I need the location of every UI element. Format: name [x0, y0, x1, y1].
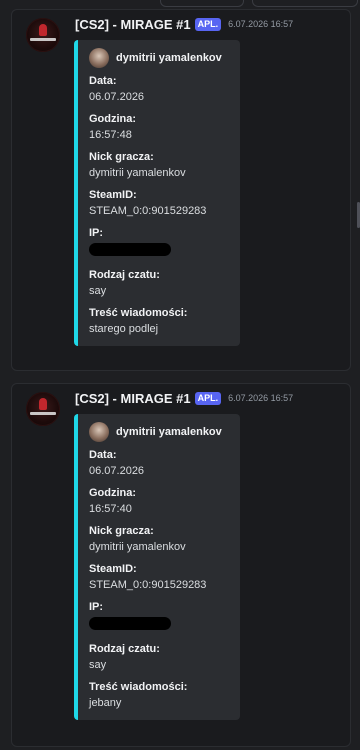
field-value: dymitrii yamalenkov	[89, 541, 186, 553]
field-name: IP:	[89, 601, 104, 613]
field-name: Rodzaj czatu:	[89, 269, 160, 281]
app-badge: APL.	[194, 17, 222, 31]
field-value: 16:57:40	[89, 503, 132, 515]
redaction-bar	[89, 243, 171, 256]
field-value: say	[89, 285, 107, 297]
field-name: Data:	[89, 449, 117, 461]
field-value: jebany	[89, 697, 122, 709]
embed-author-name: dymitrii yamalenkov	[116, 426, 222, 438]
field-name: Treść wiadomości:	[89, 307, 188, 319]
embed-field-date: Data: 06.07.2026	[89, 448, 232, 480]
field-value: 16:57:48	[89, 129, 132, 141]
logo-icon	[39, 398, 47, 410]
field-name: Rodzaj czatu:	[89, 643, 160, 655]
field-value-redacted	[89, 615, 232, 636]
embed-field-ip: IP:	[89, 226, 232, 262]
embed-author: dymitrii yamalenkov	[89, 48, 232, 68]
top-tab-right[interactable]	[252, 0, 358, 7]
field-value: dymitrii yamalenkov	[89, 167, 186, 179]
field-name: SteamID:	[89, 189, 137, 201]
embed-field-time: Godzina: 16:57:40	[89, 486, 232, 518]
embed-author-name: dymitrii yamalenkov	[116, 52, 222, 64]
top-tab-left[interactable]	[160, 0, 244, 7]
field-name: Treść wiadomości:	[89, 681, 188, 693]
message: [CS2] - MIRAGE #1 APL. 6.07.2026 16:57 d…	[11, 383, 351, 747]
field-name: SteamID:	[89, 563, 137, 575]
field-value: 06.07.2026	[89, 465, 145, 477]
embed-field-nick: Nick gracza: dymitrii yamalenkov	[89, 524, 232, 556]
logo-icon	[39, 24, 47, 36]
username[interactable]: [CS2] - MIRAGE #1	[75, 391, 191, 406]
author-avatar	[89, 48, 109, 68]
logo-wordmark	[30, 38, 56, 41]
field-value: 06.07.2026	[89, 91, 145, 103]
embed-field-chat-type: Rodzaj czatu: say	[89, 268, 232, 300]
author-avatar	[89, 422, 109, 442]
redaction-bar	[89, 617, 171, 630]
embed: dymitrii yamalenkov Data: 06.07.2026 God…	[74, 40, 240, 346]
field-value-redacted	[89, 241, 232, 262]
field-value: say	[89, 659, 107, 671]
top-tabs	[0, 0, 360, 7]
field-value: STEAM_0:0:901529283	[89, 205, 207, 217]
embed-field-nick: Nick gracza: dymitrii yamalenkov	[89, 150, 232, 182]
field-name: Nick gracza:	[89, 151, 154, 163]
embed-field-date: Data: 06.07.2026	[89, 74, 232, 106]
field-name: IP:	[89, 227, 104, 239]
message-header: [CS2] - MIRAGE #1 APL. 6.07.2026 16:57	[75, 389, 293, 407]
field-value: starego podlej	[89, 323, 159, 335]
message: [CS2] - MIRAGE #1 APL. 6.07.2026 16:57 d…	[11, 9, 351, 371]
message-header: [CS2] - MIRAGE #1 APL. 6.07.2026 16:57	[75, 15, 293, 33]
timestamp[interactable]: 6.07.2026 16:57	[228, 19, 293, 29]
bot-avatar[interactable]	[26, 18, 60, 52]
field-value: STEAM_0:0:901529283	[89, 579, 207, 591]
embed-field-message: Treść wiadomości: jebany	[89, 680, 232, 712]
field-name: Godzina:	[89, 487, 137, 499]
embed-field-chat-type: Rodzaj czatu: say	[89, 642, 232, 674]
embed: dymitrii yamalenkov Data: 06.07.2026 God…	[74, 414, 240, 720]
field-name: Data:	[89, 75, 117, 87]
embed-field-ip: IP:	[89, 600, 232, 636]
embed-field-steamid: SteamID: STEAM_0:0:901529283	[89, 562, 232, 594]
username[interactable]: [CS2] - MIRAGE #1	[75, 17, 191, 32]
field-name: Nick gracza:	[89, 525, 154, 537]
timestamp[interactable]: 6.07.2026 16:57	[228, 393, 293, 403]
embed-field-message: Treść wiadomości: starego podlej	[89, 306, 232, 338]
logo-wordmark	[30, 412, 56, 415]
app-badge: APL.	[194, 391, 222, 405]
embed-field-time: Godzina: 16:57:48	[89, 112, 232, 144]
embed-field-steamid: SteamID: STEAM_0:0:901529283	[89, 188, 232, 220]
field-name: Godzina:	[89, 113, 137, 125]
bot-avatar[interactable]	[26, 392, 60, 426]
embed-author: dymitrii yamalenkov	[89, 422, 232, 442]
